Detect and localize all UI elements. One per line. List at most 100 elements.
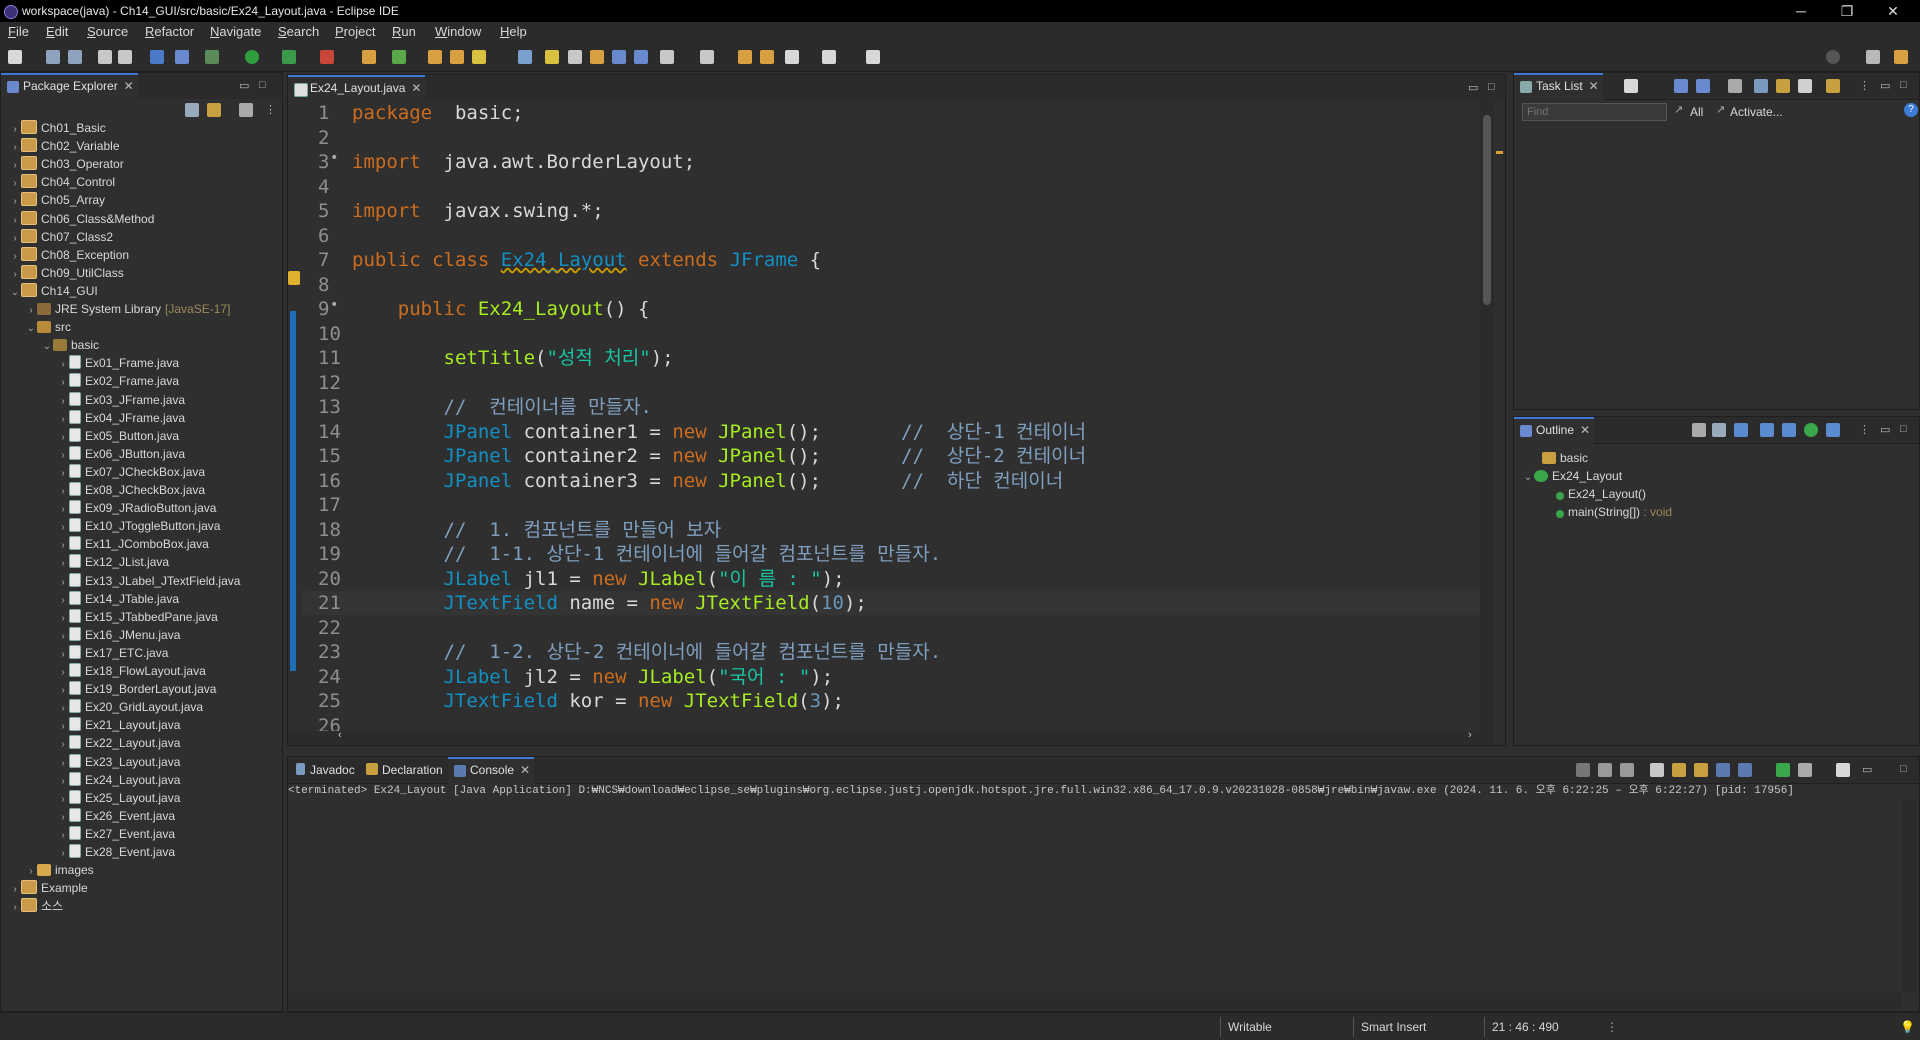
code-line[interactable]: 13 // 컨테이너를 만들자. (302, 395, 1492, 419)
tree-item[interactable]: › Ex17_ETC.java (57, 644, 168, 662)
code-line[interactable]: 24 JLabel jl2 = new JLabel("국어 : "); (302, 665, 1492, 689)
menu-source[interactable]: Source (87, 24, 128, 39)
tree-item[interactable]: › Ch07_Class2 (9, 228, 113, 246)
new-class-icon[interactable] (392, 50, 406, 64)
task-activate-link[interactable]: Activate... (1730, 105, 1783, 119)
tree-item[interactable]: › Ex07_JCheckBox.java (57, 463, 205, 481)
collapse-all-icon[interactable] (185, 103, 199, 117)
show-stderr-icon[interactable] (1738, 763, 1752, 777)
java-perspective-icon[interactable] (1894, 50, 1908, 64)
close-task-list-icon[interactable]: ✕ (1589, 75, 1599, 97)
coverage-icon[interactable] (282, 50, 296, 64)
next-annotation-icon[interactable] (660, 50, 674, 64)
tree-item[interactable]: › Ex20_GridLayout.java (57, 698, 203, 716)
filter-tasks-icon[interactable] (1728, 79, 1742, 93)
tree-item[interactable]: › Ch06_Class&Method (9, 210, 154, 228)
tree-item[interactable]: › Ex03_JFrame.java (57, 391, 185, 409)
horizontal-scrollbar[interactable]: ‹ › (288, 729, 1494, 745)
code-line[interactable]: 18 // 1. 컴포넌트를 만들어 보자 (302, 518, 1492, 542)
last-edit-icon[interactable] (738, 50, 752, 64)
close-button[interactable]: ✕ (1870, 1, 1916, 21)
code-line[interactable]: 16 JPanel container3 = new JPanel(); // … (302, 469, 1492, 493)
undo-icon[interactable] (98, 50, 112, 64)
clear-console-icon[interactable] (1650, 763, 1664, 777)
save-all-icon[interactable] (68, 50, 82, 64)
scroll-lock-icon[interactable] (1672, 763, 1686, 777)
debug-icon[interactable] (205, 50, 219, 64)
outline-item[interactable]: basic (1542, 449, 1588, 467)
hide-completed-icon[interactable] (1754, 79, 1768, 93)
code-line[interactable]: 10 (302, 322, 1492, 346)
restore-button[interactable]: ❐ (1824, 1, 1870, 21)
tree-item[interactable]: › 소스 (9, 897, 63, 915)
tree-item[interactable]: ⌄ basic (41, 336, 99, 354)
terminal-icon[interactable] (150, 50, 164, 64)
minimize-outline-icon[interactable]: ▭ (1880, 423, 1890, 436)
hide-local-types-icon[interactable] (1804, 423, 1818, 437)
tree-item[interactable]: › Ch04_Control (9, 173, 115, 191)
menu-project[interactable]: Project (335, 24, 375, 39)
tree-item[interactable]: › Ex23_Layout.java (57, 753, 180, 771)
tree-item[interactable]: › Ch05_Array (9, 191, 105, 209)
tree-item[interactable]: › Ex09_JRadioButton.java (57, 499, 216, 517)
scroll-right-icon[interactable]: › (1468, 729, 1472, 741)
view-menu-icon[interactable]: ⋮ (265, 103, 276, 116)
code-line[interactable]: 19 // 1-1. 상단-1 컨테이너에 들어갈 컴포넌트를 만들자. (302, 542, 1492, 566)
outline-item[interactable]: Ex24_Layout() (1556, 485, 1646, 503)
highlight-icon[interactable] (545, 50, 559, 64)
code-line[interactable]: 9 • public Ex24_Layout() { (302, 297, 1492, 321)
code-line[interactable]: 1 package basic; (302, 101, 1492, 125)
display-console-icon[interactable] (1798, 763, 1812, 777)
remove-launch-icon[interactable] (1598, 763, 1612, 777)
tree-item[interactable]: › Ex11_JComboBox.java (57, 535, 209, 553)
status-menu-icon[interactable]: ⋮ (1606, 1020, 1618, 1034)
help-icon[interactable]: ? (1904, 103, 1918, 117)
menu-window[interactable]: Window (435, 24, 481, 39)
status-cursor-position[interactable]: 21 : 46 : 490 (1492, 1020, 1559, 1034)
minimize-console-icon[interactable]: ▭ (1862, 763, 1872, 776)
hide-nonpublic-icon[interactable] (1782, 423, 1796, 437)
word-wrap-icon[interactable] (590, 50, 604, 64)
show-stdout-icon[interactable] (1716, 763, 1730, 777)
tree-item[interactable]: › JRE System Library [JavaSE-17] (25, 300, 230, 318)
tree-item[interactable]: › Ex06_JButton.java (57, 445, 185, 463)
open-console-icon[interactable] (1836, 763, 1850, 777)
console-horizontal-scrollbar[interactable] (288, 993, 1902, 1009)
collapse-icon[interactable]: ⌄ (25, 320, 37, 338)
tree-item[interactable]: › Ex26_Event.java (57, 807, 175, 825)
toggle-mark-icon[interactable] (518, 50, 532, 64)
code-line[interactable]: 5 import javax.swing.*; (302, 199, 1492, 223)
open-type-icon[interactable] (428, 50, 442, 64)
focus-icon[interactable] (1798, 79, 1812, 93)
new-icon[interactable] (8, 50, 22, 64)
sort-icon[interactable] (1692, 423, 1706, 437)
run-icon[interactable] (245, 50, 259, 64)
tab-ex24-layout[interactable]: Ex24_Layout.java ✕ (288, 75, 426, 103)
tree-item[interactable]: › Ex16_JMenu.java (57, 626, 180, 644)
menu-edit[interactable]: Edit (46, 24, 68, 39)
tab-outline[interactable]: Outline ✕ (1514, 417, 1595, 445)
back-icon[interactable] (785, 50, 799, 64)
search-toolbar-icon[interactable] (472, 50, 486, 64)
close-tab-icon[interactable]: ✕ (124, 75, 134, 97)
forward-icon[interactable] (822, 50, 836, 64)
close-outline-icon[interactable]: ✕ (1580, 419, 1590, 441)
fold-marker-icon[interactable]: • (330, 146, 338, 170)
fold-marker-icon[interactable]: • (330, 293, 338, 317)
collapse-outline-icon[interactable] (1712, 423, 1726, 437)
menu-run[interactable]: Run (392, 24, 416, 39)
new-task-icon[interactable] (1624, 79, 1638, 93)
tree-item[interactable]: › images (25, 861, 93, 879)
menu-navigate[interactable]: Navigate (210, 24, 261, 39)
search-icon[interactable] (1826, 50, 1840, 64)
word-wrap-console-icon[interactable] (1694, 763, 1708, 777)
minimize-editor-icon[interactable]: ▭ (1468, 81, 1478, 94)
collapse-icon[interactable]: ⌄ (9, 284, 21, 302)
tree-item[interactable]: › Ex08_JCheckBox.java (57, 481, 205, 499)
tree-item[interactable]: ⌄ Ch14_GUI (9, 282, 98, 300)
console-vertical-scrollbar[interactable] (1902, 799, 1916, 993)
tree-item[interactable]: › Ex24_Layout.java (57, 771, 180, 789)
remove-all-icon[interactable] (1620, 763, 1634, 777)
terminate-icon[interactable] (1576, 763, 1590, 777)
tree-item[interactable]: › Ex28_Event.java (57, 843, 175, 861)
